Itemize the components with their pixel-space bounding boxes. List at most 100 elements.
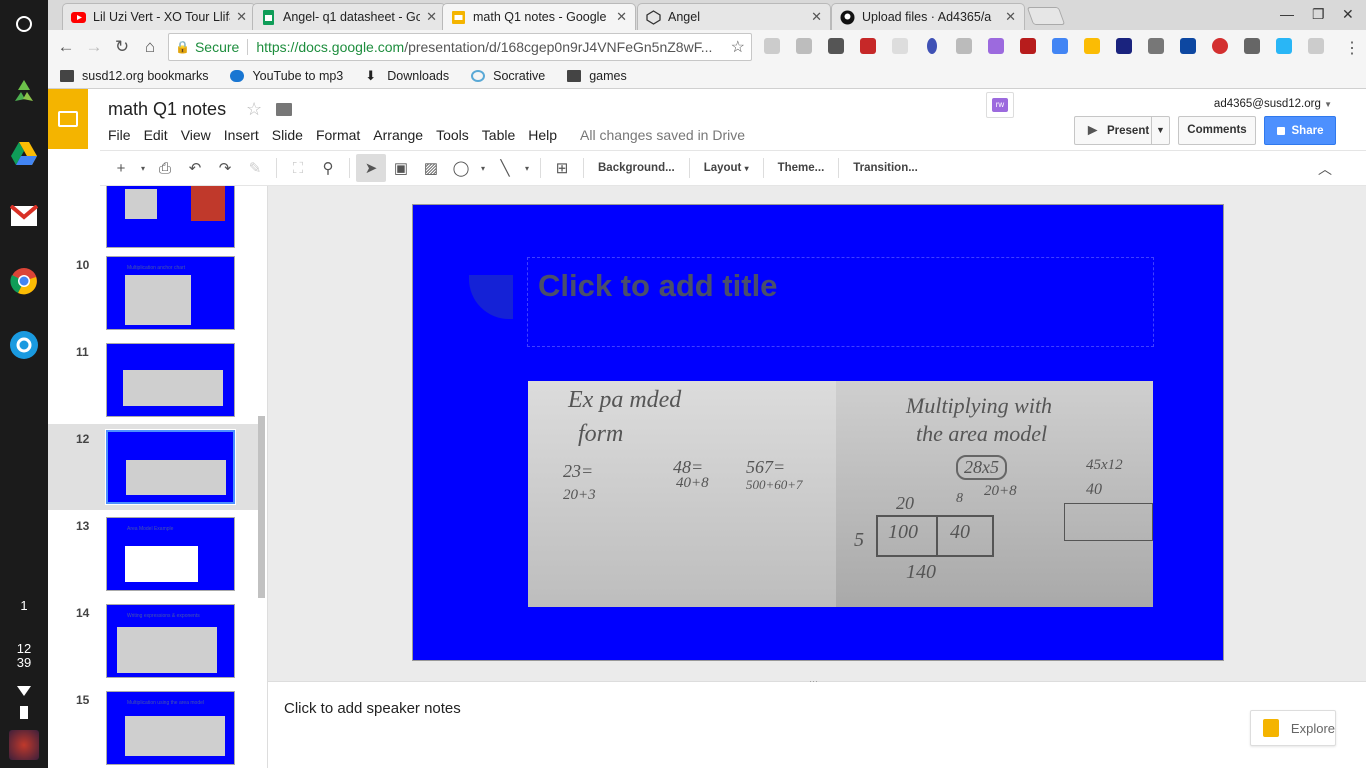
bookmark-socrative[interactable]: Socrative bbox=[471, 69, 545, 83]
drive-app-icon[interactable] bbox=[8, 138, 40, 170]
menu-help[interactable]: Help bbox=[528, 127, 557, 143]
microphone-icon[interactable] bbox=[927, 38, 937, 54]
save-status[interactable]: All changes saved in Drive bbox=[580, 127, 745, 143]
text-box-icon[interactable]: ▣ bbox=[386, 154, 416, 182]
chrome-app-icon[interactable] bbox=[8, 265, 40, 297]
chevron-down-icon[interactable]: ▾ bbox=[476, 154, 490, 182]
redo-icon[interactable]: ↷ bbox=[210, 154, 240, 182]
tab-youtube[interactable]: Lil Uzi Vert - XO Tour Llif3 ✕ bbox=[62, 3, 256, 30]
url-text[interactable]: https://docs.google.com/presentation/d/1… bbox=[256, 39, 724, 55]
tab-math-notes[interactable]: math Q1 notes - Google ✕ bbox=[442, 3, 636, 30]
menu-tools[interactable]: Tools bbox=[436, 127, 469, 143]
address-bar[interactable]: 🔒 Secure https://docs.google.com/present… bbox=[168, 33, 752, 61]
menu-view[interactable]: View bbox=[181, 127, 211, 143]
notification-count[interactable]: 1 bbox=[0, 598, 48, 613]
camera-icon[interactable] bbox=[892, 38, 908, 54]
settings-app-icon[interactable] bbox=[8, 329, 40, 361]
close-window-icon[interactable]: ✕ bbox=[1342, 6, 1354, 23]
tab-angel[interactable]: Angel ✕ bbox=[637, 3, 831, 30]
extension-list-icon[interactable] bbox=[1244, 38, 1260, 54]
print-icon[interactable]: ⎙ bbox=[150, 154, 180, 182]
slide-thumbnail-9[interactable] bbox=[48, 186, 258, 260]
notes-photo-area-model[interactable]: Multiplying with the area model 28x5 45x… bbox=[836, 381, 1153, 607]
extension-s-icon[interactable] bbox=[1020, 38, 1036, 54]
background-button[interactable]: Background... bbox=[590, 162, 683, 174]
extension-copy-icon[interactable] bbox=[1308, 38, 1324, 54]
menu-slide[interactable]: Slide bbox=[272, 127, 303, 143]
extension-pencil-icon[interactable] bbox=[1084, 38, 1100, 54]
collapse-menu-icon[interactable]: ︿ bbox=[1318, 159, 1332, 179]
star-icon[interactable]: ☆ bbox=[246, 99, 262, 120]
transition-button[interactable]: Transition... bbox=[845, 162, 926, 174]
explore-button[interactable]: Explore bbox=[1250, 710, 1336, 746]
menu-edit[interactable]: Edit bbox=[144, 127, 168, 143]
speaker-notes[interactable]: ··· Click to add speaker notes Explore bbox=[268, 676, 1366, 768]
tab-github[interactable]: Upload files · Ad4365/a ✕ bbox=[831, 3, 1025, 30]
user-account[interactable]: ad4365@susd12.org ▼ bbox=[1214, 98, 1332, 110]
paint-format-icon[interactable]: ✎ bbox=[240, 154, 270, 182]
extension-tool-icon[interactable] bbox=[956, 38, 972, 54]
extension-drop-icon[interactable] bbox=[1180, 38, 1196, 54]
image-icon[interactable]: ▨ bbox=[416, 154, 446, 182]
close-icon[interactable]: ✕ bbox=[811, 9, 822, 25]
bookmark-youtube-mp3[interactable]: YouTube to mp3 bbox=[230, 69, 343, 83]
new-tab-button[interactable] bbox=[1026, 7, 1066, 25]
menu-arrange[interactable]: Arrange bbox=[373, 127, 423, 143]
slide-thumbnail-14[interactable]: 14 Writing expressions & exponents bbox=[48, 604, 258, 690]
close-icon[interactable]: ✕ bbox=[1005, 9, 1016, 25]
user-avatar[interactable] bbox=[9, 730, 39, 760]
readwrite-addon-button[interactable]: rw bbox=[986, 92, 1014, 118]
menu-insert[interactable]: Insert bbox=[224, 127, 259, 143]
menu-table[interactable]: Table bbox=[482, 127, 515, 143]
close-icon[interactable]: ✕ bbox=[236, 9, 247, 25]
new-slide-icon[interactable]: + bbox=[106, 154, 136, 182]
chevron-down-icon[interactable]: ▼ bbox=[1151, 117, 1169, 144]
fit-icon[interactable]: ⛶ bbox=[283, 154, 313, 182]
filmstrip-scrollbar[interactable] bbox=[258, 416, 265, 598]
select-cursor-icon[interactable]: ➤ bbox=[356, 154, 386, 182]
close-icon[interactable]: ✕ bbox=[426, 9, 437, 25]
extension-book-icon[interactable] bbox=[860, 38, 876, 54]
slide-thumbnail-10[interactable]: 10 Multiplication anchor chart bbox=[48, 256, 258, 342]
minimize-icon[interactable]: — bbox=[1280, 6, 1294, 22]
tab-datasheet[interactable]: Angel- q1 datasheet - Go ✕ bbox=[252, 3, 446, 30]
zoom-icon[interactable]: ⚲ bbox=[313, 154, 343, 182]
slide-thumbnail-11[interactable]: 11 bbox=[48, 343, 258, 429]
bookmark-star-icon[interactable]: ☆ bbox=[731, 37, 745, 57]
extension-c-blue-icon[interactable] bbox=[1276, 38, 1292, 54]
menu-format[interactable]: Format bbox=[316, 127, 360, 143]
extension-news-icon[interactable] bbox=[1116, 38, 1132, 54]
slides-logo-icon[interactable] bbox=[48, 89, 88, 149]
chrome-menu-icon[interactable]: ⋮ bbox=[1344, 38, 1360, 58]
extension-icon[interactable] bbox=[764, 38, 780, 54]
folder-icon[interactable] bbox=[276, 103, 292, 116]
comments-button[interactable]: Comments bbox=[1178, 116, 1256, 145]
clock[interactable]: 12 39 bbox=[0, 642, 48, 670]
extension-drive-icon[interactable] bbox=[1052, 38, 1068, 54]
close-icon[interactable]: ✕ bbox=[616, 9, 627, 25]
chevron-down-icon[interactable]: ▾ bbox=[136, 154, 150, 182]
slide-thumbnail-12[interactable]: 12 bbox=[48, 424, 258, 510]
present-button[interactable]: Present ▼ bbox=[1074, 116, 1170, 145]
notes-photo-expanded-form[interactable]: Ex pa mded form 23= 48= 567= 20+3 40+8 5… bbox=[528, 381, 836, 607]
undo-icon[interactable]: ↶ bbox=[180, 154, 210, 182]
share-button[interactable]: Share bbox=[1264, 116, 1336, 145]
bookmark-games[interactable]: games bbox=[567, 69, 627, 83]
extension-c-dark-icon[interactable] bbox=[828, 38, 844, 54]
chevron-down-icon[interactable]: ▾ bbox=[520, 154, 534, 182]
battery-icon[interactable] bbox=[20, 706, 28, 719]
readwrite-icon[interactable] bbox=[988, 38, 1004, 54]
line-icon[interactable]: ╲ bbox=[490, 154, 520, 182]
extension-c-icon[interactable] bbox=[796, 38, 812, 54]
layout-button[interactable]: Layout ▾ bbox=[696, 162, 757, 174]
bookmark-downloads[interactable]: ⬇ Downloads bbox=[365, 69, 449, 83]
slide[interactable]: Click to add title Ex pa mded form 23= 4… bbox=[412, 204, 1224, 661]
theme-button[interactable]: Theme... bbox=[770, 162, 833, 174]
recycle-app-icon[interactable] bbox=[8, 75, 40, 107]
gmail-app-icon[interactable] bbox=[8, 200, 40, 232]
slide-thumbnail-13[interactable]: 13 Area Model Example bbox=[48, 517, 258, 603]
shape-icon[interactable]: ◯ bbox=[446, 154, 476, 182]
slide-thumbnail-15[interactable]: 15 Multiplication using the area model bbox=[48, 691, 258, 768]
adblock-icon[interactable] bbox=[1212, 38, 1228, 54]
resize-handle[interactable]: ··· bbox=[809, 676, 818, 686]
